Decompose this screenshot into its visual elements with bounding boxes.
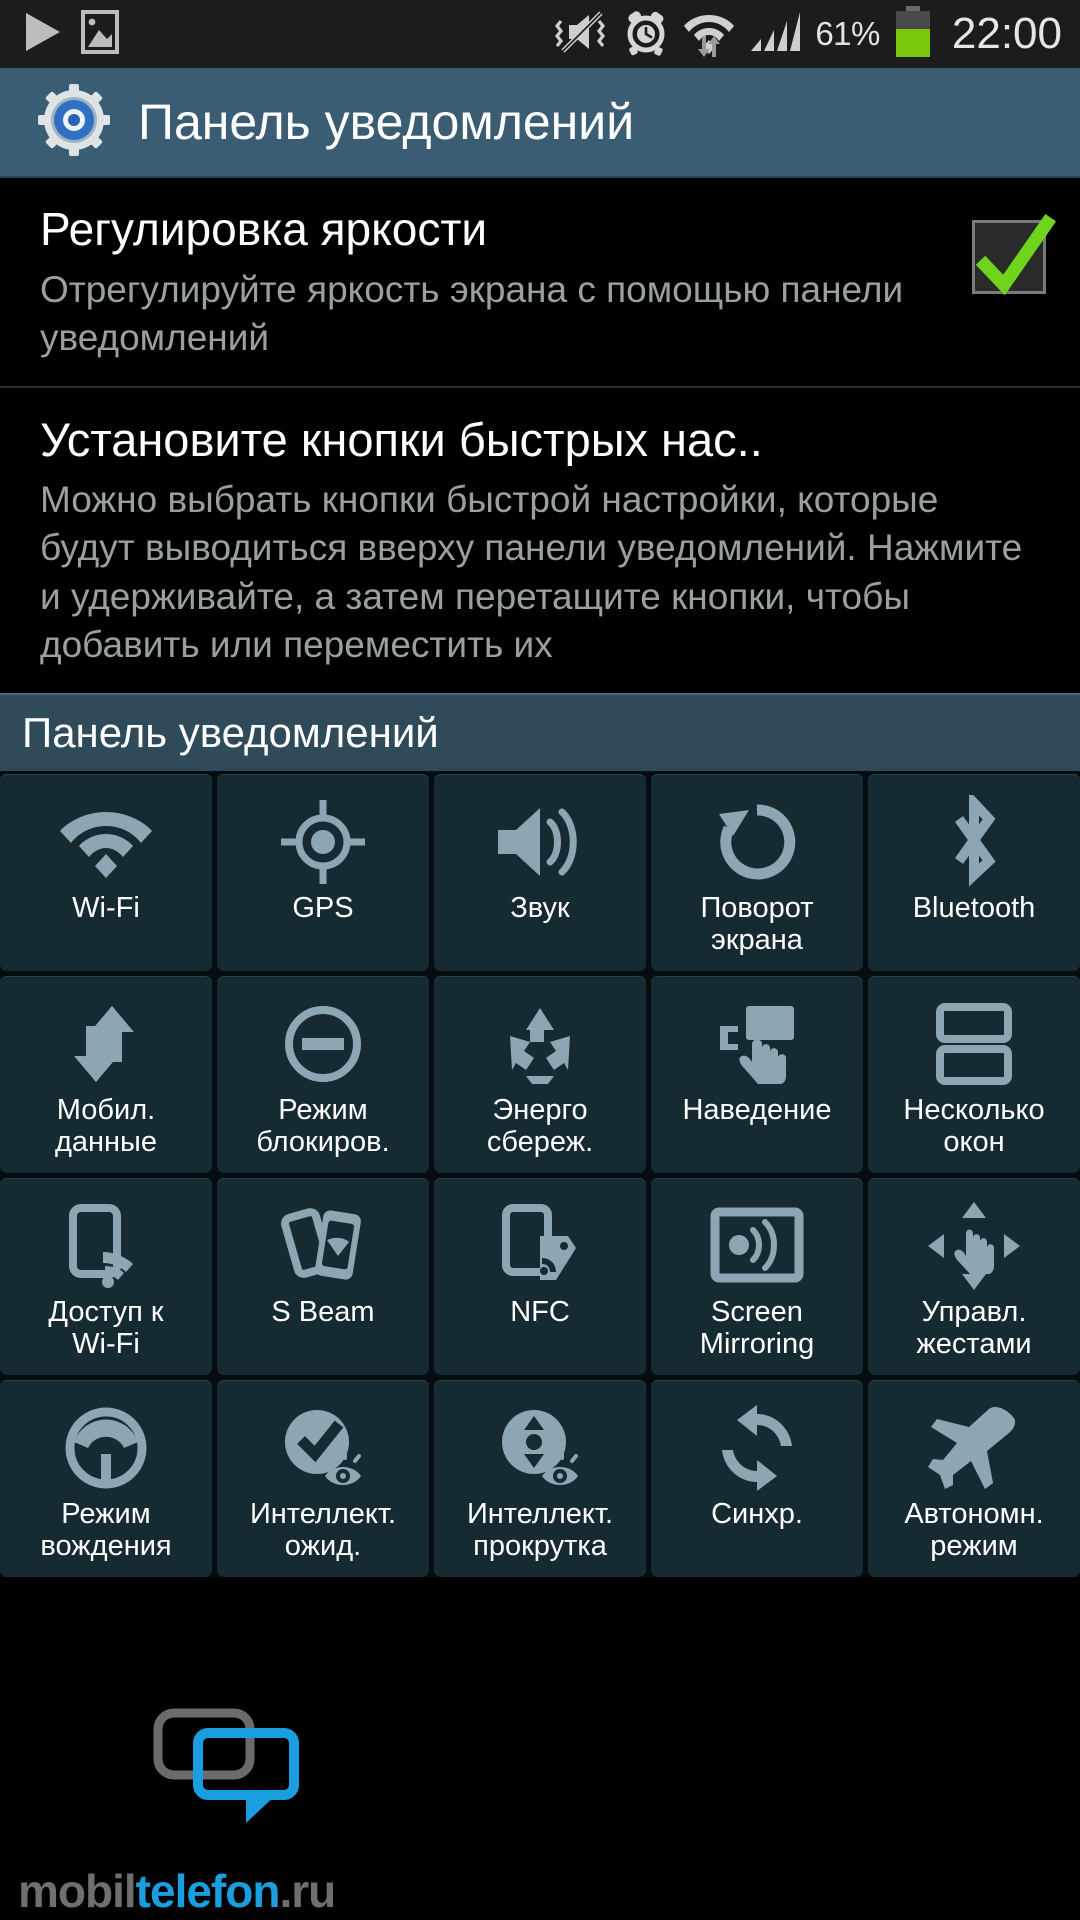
tile-label: Screen Mirroring: [699, 1295, 815, 1361]
wifi-hotspot-icon: [63, 1200, 149, 1292]
watermark-text-a: mobil: [18, 1865, 137, 1918]
tile-air-view[interactable]: Наведение: [651, 975, 863, 1173]
bluetooth-icon: [941, 794, 1007, 888]
battery-icon: [894, 5, 932, 63]
sync-icon: [713, 1402, 801, 1494]
setting-subtitle: Отрегулируйте яркость экрана с помощью п…: [40, 268, 904, 358]
tile-blocking-mode[interactable]: Режим блокиров.: [217, 975, 429, 1173]
battery-percent-label: 61%: [815, 15, 880, 52]
sound-icon: [492, 796, 588, 888]
wifi-icon: [58, 796, 154, 888]
tile-label: Автономн. режим: [904, 1497, 1044, 1563]
tile-label: Звук: [510, 891, 570, 924]
alarm-icon: [623, 8, 669, 61]
gps-icon: [279, 796, 367, 888]
quick-settings-grid: Wi-Fi GPS Звук Поворот экрана Bluetooth …: [0, 770, 1080, 1577]
status-bar: 61% 22:00: [0, 0, 1080, 68]
tile-label: GPS: [292, 891, 354, 924]
tile-gps[interactable]: GPS: [217, 773, 429, 971]
tile-label: Bluetooth: [912, 891, 1036, 924]
tile-multi-window[interactable]: Несколько окон: [868, 975, 1080, 1173]
gesture-control-icon: [926, 1200, 1022, 1292]
mobile-data-icon: [62, 998, 150, 1090]
status-bar-right-icons: 61% 22:00: [555, 5, 1062, 63]
signal-bars-icon: [749, 9, 801, 60]
tile-label: Интеллект. ожид.: [249, 1497, 397, 1563]
tile-label: Поворот экрана: [700, 891, 814, 957]
tile-label: Управл. жестами: [916, 1295, 1032, 1361]
vibrate-off-icon: [555, 9, 609, 60]
wifi-data-icon: [683, 7, 735, 62]
setting-row-brightness[interactable]: Регулировка яркости Отрегулируйте яркост…: [0, 178, 1080, 388]
play-icon: [22, 10, 62, 59]
brightness-checkbox[interactable]: [972, 213, 1057, 296]
setting-row-quick-settings[interactable]: Установите кнопки быстрых нас.. Можно вы…: [0, 388, 1080, 693]
gear-icon: [38, 83, 110, 161]
tile-screen-mirroring[interactable]: Screen Mirroring: [651, 1177, 863, 1375]
tile-airplane-mode[interactable]: Автономн. режим: [868, 1379, 1080, 1577]
airplane-mode-icon: [927, 1402, 1021, 1494]
tile-label: Режим блокиров.: [256, 1093, 390, 1159]
tile-bluetooth[interactable]: Bluetooth: [868, 773, 1080, 971]
setting-subtitle: Можно выбрать кнопки быстрой настройки, …: [40, 479, 1023, 665]
air-view-icon: [712, 998, 802, 1090]
status-bar-left-icons: [22, 9, 120, 60]
settings-list: Регулировка яркости Отрегулируйте яркост…: [0, 178, 1080, 693]
nfc-icon: [496, 1200, 584, 1292]
screen-rotation-icon: [713, 796, 801, 888]
tile-gesture-control[interactable]: Управл. жестами: [868, 1177, 1080, 1375]
image-icon: [80, 9, 120, 60]
tile-smart-scroll[interactable]: Интеллект. прокрутка: [434, 1379, 646, 1577]
tile-sound[interactable]: Звук: [434, 773, 646, 971]
page-title: Панель уведомлений: [138, 94, 635, 150]
watermark-text-c: .ru: [279, 1865, 336, 1918]
phone-screen: 61% 22:00 Панель уведомлений Регулировка…: [0, 0, 1080, 1920]
tile-wifi-hotspot[interactable]: Доступ к Wi-Fi: [0, 1177, 212, 1375]
tile-power-saving[interactable]: Энерго сбереж.: [434, 975, 646, 1173]
setting-title: Регулировка яркости: [40, 203, 488, 255]
tile-label: Доступ к Wi-Fi: [48, 1295, 164, 1361]
watermark-logo: [150, 1707, 340, 1832]
checkmark-icon: [975, 213, 1057, 296]
tile-driving-mode[interactable]: Режим вождения: [0, 1379, 212, 1577]
s-beam-icon: [279, 1200, 367, 1292]
section-header-notification-panel: Панель уведомлений: [0, 692, 1080, 771]
setting-title: Установите кнопки быстрых нас..: [40, 412, 763, 466]
watermark-text-b: telefon: [135, 1865, 281, 1918]
tile-label: S Beam: [271, 1295, 375, 1328]
tile-label: Энерго сбереж.: [486, 1093, 594, 1159]
setting-text-block: Установите кнопки быстрых нас.. Можно вы…: [40, 412, 1046, 669]
tile-s-beam[interactable]: S Beam: [217, 1177, 429, 1375]
tile-label: Наведение: [682, 1093, 832, 1126]
tile-label: Несколько окон: [903, 1093, 1045, 1159]
multi-window-icon: [934, 998, 1014, 1090]
tile-label: Интеллект. прокрутка: [466, 1497, 614, 1563]
tile-label: NFC: [510, 1295, 570, 1328]
smart-scroll-icon: [494, 1402, 586, 1494]
tile-mobile-data[interactable]: Мобил. данные: [0, 975, 212, 1173]
checkbox-wrap[interactable]: [972, 204, 1057, 296]
tile-label: Мобил. данные: [54, 1093, 158, 1159]
power-saving-icon: [496, 998, 584, 1090]
watermark: mobil telefon .ru: [18, 1865, 336, 1918]
tile-wifi[interactable]: Wi-Fi: [0, 773, 212, 971]
tile-nfc[interactable]: NFC: [434, 1177, 646, 1375]
tile-label: Wi-Fi: [72, 891, 140, 924]
clock-label: 22:00: [951, 9, 1062, 58]
screen-mirroring-icon: [709, 1200, 805, 1292]
tile-smart-stay[interactable]: Интеллект. ожид.: [217, 1379, 429, 1577]
app-title-bar: Панель уведомлений: [0, 68, 1080, 178]
tile-label: Синхр.: [711, 1497, 803, 1530]
blocking-mode-icon: [280, 998, 366, 1090]
tile-label: Режим вождения: [40, 1497, 172, 1563]
tile-sync[interactable]: Синхр.: [651, 1379, 863, 1577]
setting-text-block: Регулировка яркости Отрегулируйте яркост…: [40, 203, 972, 362]
smart-stay-icon: [277, 1402, 369, 1494]
section-header-label: Панель уведомлений: [22, 708, 439, 756]
tile-screen-rotation[interactable]: Поворот экрана: [651, 773, 863, 971]
driving-mode-icon: [62, 1402, 150, 1494]
